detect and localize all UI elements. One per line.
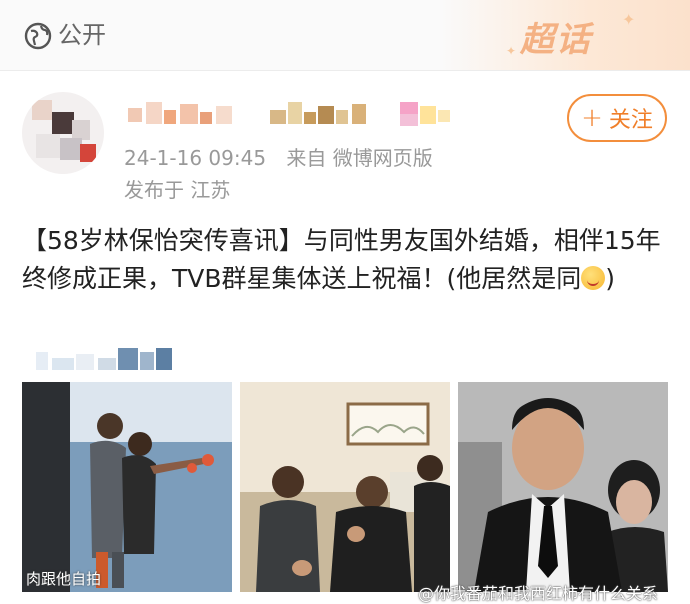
photo-group-thumbs-up — [240, 382, 450, 592]
follow-button-label: 关注 — [608, 108, 653, 133]
post-image-1[interactable]: 肉跟他自拍 — [22, 382, 232, 592]
sparkle-icon: ✦ — [506, 44, 517, 58]
username[interactable] — [128, 100, 238, 130]
top-bar: 公开 ✦ ✦ 超话 — [0, 0, 690, 70]
supertopic-label[interactable]: 超话 — [520, 12, 640, 62]
photo-selfie-by-sea — [22, 382, 232, 592]
photo-man-in-suit — [458, 382, 668, 592]
follow-button[interactable]: + 关注 — [567, 94, 667, 142]
post-timestamp[interactable]: 24-1-16 09:45 — [124, 146, 266, 170]
post-meta: 24-1-16 09:45 来自 微博网页版 — [124, 146, 433, 170]
divider — [0, 70, 690, 71]
post-source: 来自 微博网页版 — [286, 146, 433, 170]
image-caption-overlay: 肉跟他自拍 — [26, 570, 102, 588]
laughing-emoji-icon — [581, 266, 606, 290]
post-text: 【58岁林保怡突传喜讯】与同性男友国外结婚，相伴15年终修成正果，TVB群星集体… — [22, 226, 661, 293]
user-badges — [270, 100, 470, 130]
avatar[interactable] — [22, 92, 104, 174]
post-image-2[interactable] — [240, 382, 450, 592]
post-body: 【58岁林保怡突传喜讯】与同性男友国外结婚，相伴15年终修成正果，TVB群星集体… — [22, 222, 672, 298]
post-image-3[interactable] — [458, 382, 668, 592]
plus-icon: + — [581, 103, 603, 133]
blurred-mention[interactable] — [36, 348, 176, 374]
visibility-label[interactable]: 公开 — [58, 20, 106, 50]
globe-icon — [24, 22, 52, 50]
post-location: 发布于 江苏 — [124, 178, 231, 202]
post-text-tail: ) — [605, 264, 616, 293]
image-watermark: @你我番茄和我西红柿有什么关系 — [418, 584, 659, 603]
